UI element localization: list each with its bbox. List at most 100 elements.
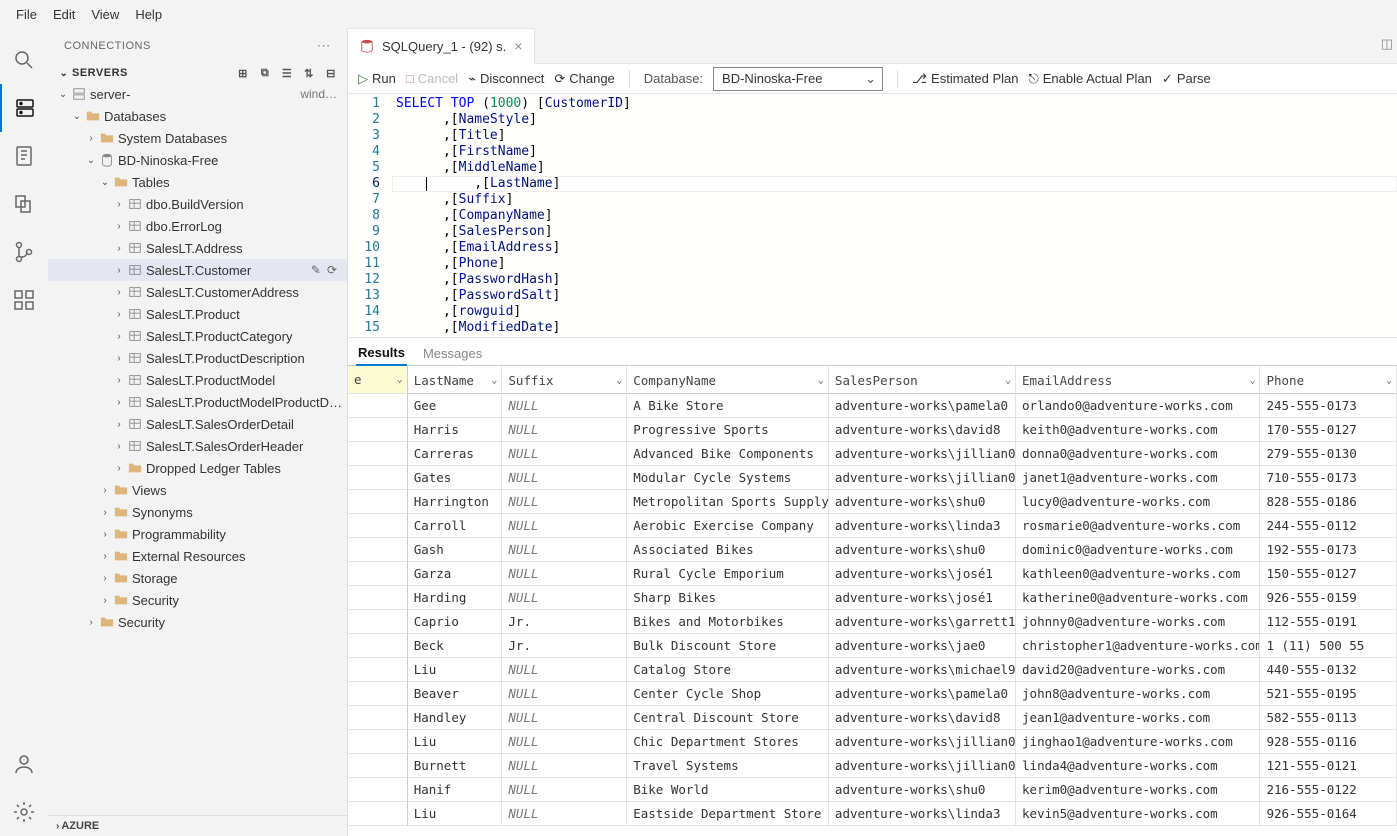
cell[interactable]: kerim0@adventure-works.com [1016, 778, 1260, 802]
close-icon[interactable]: × [514, 38, 522, 54]
cell[interactable]: Burnett [408, 754, 503, 778]
row-header[interactable] [348, 538, 408, 562]
table-row[interactable]: GeeNULLA Bike Storeadventure-works\pamel… [348, 394, 1397, 418]
cell[interactable]: adventure-works\david8 [829, 418, 1016, 442]
cell[interactable]: Gash [408, 538, 503, 562]
table-row[interactable]: LiuNULLCatalog Storeadventure-works\mich… [348, 658, 1397, 682]
cell[interactable]: adventure-works\linda3 [829, 802, 1016, 826]
cell[interactable]: adventure-works\josé1 [829, 586, 1016, 610]
table-row[interactable]: BurnettNULLTravel Systemsadventure-works… [348, 754, 1397, 778]
cell[interactable]: 279-555-0130 [1260, 442, 1397, 466]
cell[interactable]: NULL [502, 442, 627, 466]
cell[interactable]: Garza [408, 562, 503, 586]
cell[interactable]: jinghao1@adventure-works.com [1016, 730, 1260, 754]
cell[interactable]: Liu [408, 730, 503, 754]
server-node[interactable]: ⌄server-wind… [48, 83, 347, 105]
cell[interactable]: adventure-works\david8 [829, 706, 1016, 730]
cell[interactable]: Hanif [408, 778, 503, 802]
table-row[interactable]: CarrollNULLAerobic Exercise Companyadven… [348, 514, 1397, 538]
cell[interactable]: david20@adventure-works.com [1016, 658, 1260, 682]
cell[interactable]: adventure-works\shu0 [829, 538, 1016, 562]
cell[interactable]: adventure-works\jillian0 [829, 730, 1016, 754]
row-header[interactable] [348, 802, 408, 826]
table-node[interactable]: ›SalesLT.CustomerAddress [48, 281, 347, 303]
databases-folder[interactable]: ⌄Databases [48, 105, 347, 127]
cell[interactable]: Harding [408, 586, 503, 610]
code-line[interactable]: ,[MiddleName] [392, 160, 1397, 176]
cell[interactable]: NULL [502, 658, 627, 682]
parse-button[interactable]: ✓Parse [1162, 71, 1211, 87]
tables-folder[interactable]: ⌄Tables [48, 171, 347, 193]
cell[interactable]: NULL [502, 730, 627, 754]
table-node[interactable]: ›SalesLT.SalesOrderDetail [48, 413, 347, 435]
table-node[interactable]: ›SalesLT.Address [48, 237, 347, 259]
cell[interactable]: john8@adventure-works.com [1016, 682, 1260, 706]
cell[interactable]: Beck [408, 634, 503, 658]
table-row[interactable]: GashNULLAssociated Bikesadventure-works\… [348, 538, 1397, 562]
cell[interactable]: 192-555-0173 [1260, 538, 1397, 562]
cell[interactable]: 170-555-0127 [1260, 418, 1397, 442]
chevron-down-icon[interactable]: ⌄ [1005, 375, 1011, 386]
code-line[interactable]: ,[LastName] [392, 176, 1397, 192]
row-header[interactable] [348, 754, 408, 778]
cell[interactable]: adventure-works\jillian0 [829, 442, 1016, 466]
chevron-down-icon[interactable]: ⌄ [616, 375, 622, 386]
cell[interactable]: Catalog Store [627, 658, 829, 682]
code-line[interactable]: ,[PasswordSalt] [392, 288, 1397, 304]
cell[interactable]: adventure-works\linda3 [829, 514, 1016, 538]
cell[interactable]: Modular Cycle Systems [627, 466, 829, 490]
table-node[interactable]: ›SalesLT.ProductModel [48, 369, 347, 391]
cell[interactable]: NULL [502, 778, 627, 802]
cell[interactable]: NULL [502, 466, 627, 490]
cell[interactable]: 582-555-0113 [1260, 706, 1397, 730]
cell[interactable]: NULL [502, 682, 627, 706]
cell[interactable]: Jr. [502, 610, 627, 634]
cell[interactable]: Sharp Bikes [627, 586, 829, 610]
more-icon[interactable]: ⋯ [317, 37, 332, 54]
code-line[interactable]: ,[CompanyName] [392, 208, 1397, 224]
db-folder[interactable]: ›Security [48, 589, 347, 611]
cell[interactable]: 521-555-0195 [1260, 682, 1397, 706]
row-header[interactable] [348, 634, 408, 658]
table-node[interactable]: ›SalesLT.ProductCategory [48, 325, 347, 347]
table-node[interactable]: ›dbo.BuildVersion [48, 193, 347, 215]
code-line[interactable]: ,[rowguid] [392, 304, 1397, 320]
chevron-down-icon[interactable]: ⌄ [491, 375, 497, 386]
cell[interactable]: Aerobic Exercise Company [627, 514, 829, 538]
cell[interactable]: katherine0@adventure-works.com [1016, 586, 1260, 610]
cell[interactable]: NULL [502, 490, 627, 514]
table-row[interactable]: BeaverNULLCenter Cycle Shopadventure-wor… [348, 682, 1397, 706]
column-header[interactable]: SalesPerson⌄ [829, 366, 1016, 394]
code-line[interactable]: ,[Phone] [392, 256, 1397, 272]
cell[interactable]: 1 (11) 500 55 [1260, 634, 1397, 658]
cell[interactable]: adventure-works\jillian0 [829, 466, 1016, 490]
cell[interactable]: Beaver [408, 682, 503, 706]
row-header[interactable] [348, 610, 408, 634]
row-header[interactable] [348, 682, 408, 706]
cell[interactable]: Bike World [627, 778, 829, 802]
cell[interactable]: Handley [408, 706, 503, 730]
cell[interactable]: 121-555-0121 [1260, 754, 1397, 778]
db-folder[interactable]: ›Views [48, 479, 347, 501]
table-row[interactable]: GarzaNULLRural Cycle Emporiumadventure-w… [348, 562, 1397, 586]
results-tab[interactable]: Results [356, 341, 407, 366]
row-header[interactable] [348, 466, 408, 490]
action-icon[interactable]: ☰ [279, 65, 295, 81]
table-row[interactable]: HarrisNULLProgressive Sportsadventure-wo… [348, 418, 1397, 442]
source-control-icon[interactable] [0, 228, 48, 276]
cell[interactable]: 828-555-0186 [1260, 490, 1397, 514]
column-header[interactable]: Suffix⌄ [502, 366, 627, 394]
cell[interactable]: Bulk Discount Store [627, 634, 829, 658]
table-row[interactable]: CarrerasNULLAdvanced Bike Componentsadve… [348, 442, 1397, 466]
cell[interactable]: 150-555-0127 [1260, 562, 1397, 586]
cell[interactable]: adventure-works\shu0 [829, 778, 1016, 802]
cell[interactable]: Rural Cycle Emporium [627, 562, 829, 586]
cell[interactable]: NULL [502, 538, 627, 562]
cell[interactable]: adventure-works\jillian0 [829, 754, 1016, 778]
table-node[interactable]: ›SalesLT.ProductModelProductDe… [48, 391, 347, 413]
row-header[interactable] [348, 418, 408, 442]
cell[interactable]: adventure-works\shu0 [829, 490, 1016, 514]
table-row[interactable]: LiuNULLEastside Department Storeadventur… [348, 802, 1397, 826]
menu-view[interactable]: View [83, 3, 127, 26]
explorer-icon[interactable] [0, 180, 48, 228]
